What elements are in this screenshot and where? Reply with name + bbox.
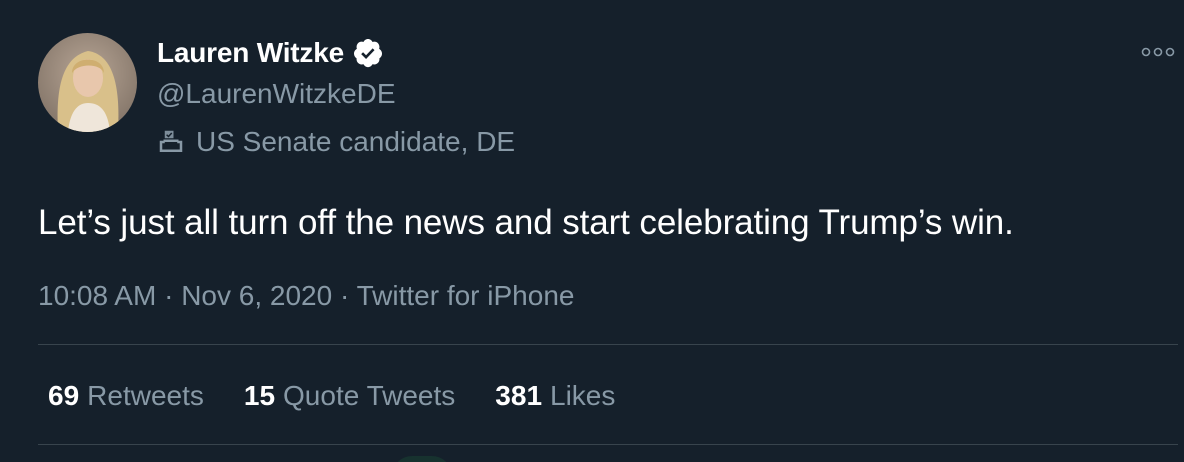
- retweets-label: Retweets: [87, 380, 204, 411]
- name-row: Lauren Witzke: [157, 34, 384, 72]
- tweet-time[interactable]: 10:08 AM: [38, 280, 156, 311]
- more-options-icon[interactable]: [1140, 42, 1176, 62]
- likes-stat[interactable]: 381 Likes: [495, 376, 615, 416]
- account-label-text[interactable]: US Senate candidate, DE: [196, 126, 515, 158]
- ballot-box-icon: [156, 127, 186, 157]
- divider: [38, 344, 1178, 345]
- display-name[interactable]: Lauren Witzke: [157, 37, 344, 69]
- tweet-detail: Lauren Witzke @LaurenWitzkeDE US Senate …: [0, 0, 1184, 462]
- likes-label: Likes: [550, 380, 616, 411]
- meta-separator: ·: [156, 280, 182, 311]
- quote-tweets-stat[interactable]: 15 Quote Tweets: [244, 376, 455, 416]
- tweet-source[interactable]: Twitter for iPhone: [357, 280, 575, 311]
- engagement-stats: 69 Retweets 15 Quote Tweets 381 Likes: [48, 376, 655, 416]
- tweet-text: Let’s just all turn off the news and sta…: [38, 203, 1014, 242]
- action-bar-partial: [392, 456, 452, 462]
- likes-count: 381: [495, 380, 543, 411]
- retweets-stat[interactable]: 69 Retweets: [48, 376, 204, 416]
- retweets-count: 69: [48, 380, 80, 411]
- meta-separator: ·: [332, 280, 357, 311]
- divider: [38, 444, 1178, 445]
- verified-badge-icon: [352, 37, 384, 69]
- avatar[interactable]: [38, 33, 137, 132]
- tweet-date[interactable]: Nov 6, 2020: [181, 280, 332, 311]
- quote-tweets-label: Quote Tweets: [283, 380, 456, 411]
- tweet-meta: 10:08 AM · Nov 6, 2020 · Twitter for iPh…: [38, 276, 574, 316]
- account-label: US Senate candidate, DE: [156, 124, 515, 160]
- quote-tweets-count: 15: [243, 380, 276, 411]
- user-handle[interactable]: @LaurenWitzkeDE: [157, 76, 396, 112]
